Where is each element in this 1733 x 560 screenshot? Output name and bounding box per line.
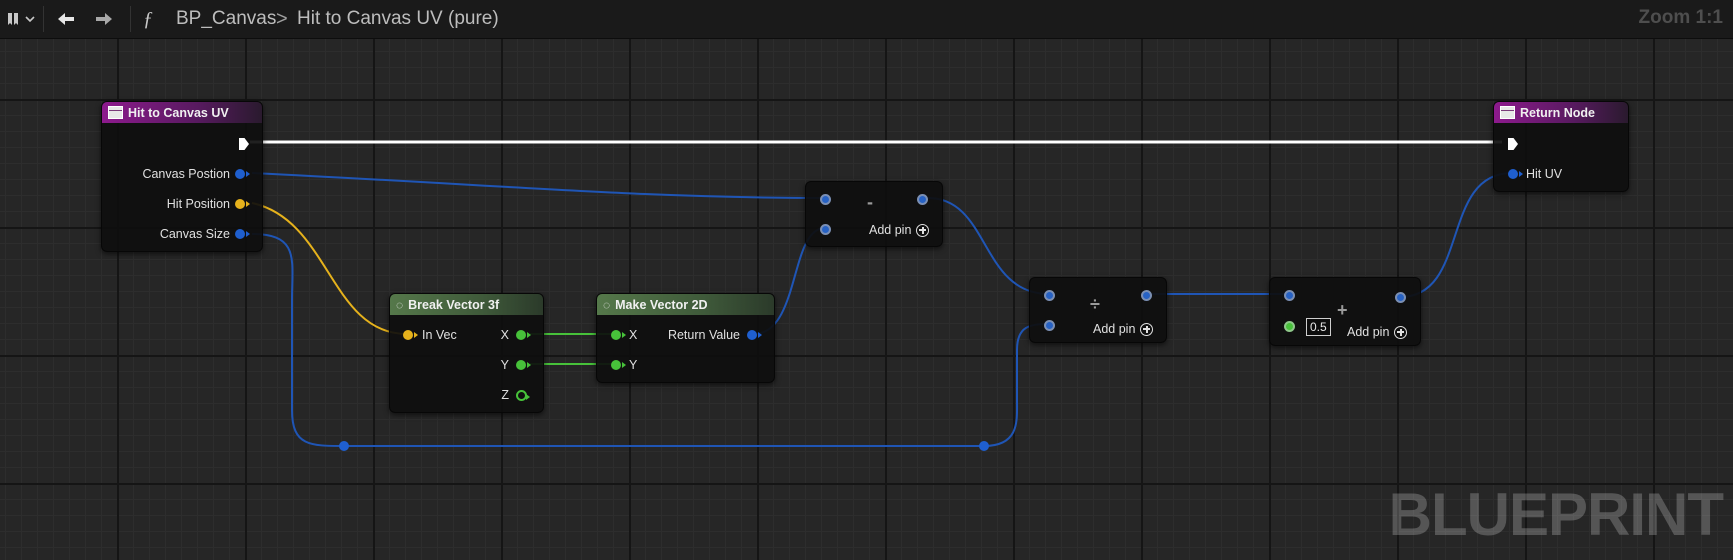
- add-pin-label: Add pin: [1093, 322, 1136, 336]
- operator-label: +: [1337, 300, 1348, 320]
- pin-label: Return Value: [667, 328, 740, 342]
- hit-position-wire: [251, 202, 408, 335]
- x-input-pin[interactable]: [611, 330, 626, 340]
- return-node[interactable]: Return Node Hit UV: [1493, 101, 1629, 192]
- pin-label: Hit Position: [166, 197, 230, 211]
- node-title: Hit to Canvas UV: [128, 105, 229, 120]
- operator-label: ÷: [1090, 294, 1100, 314]
- divide-node[interactable]: ÷ Add pin: [1029, 277, 1167, 343]
- add-pin-label: Add pin: [869, 223, 912, 237]
- b-input-pin[interactable]: [820, 224, 831, 235]
- b-default-value-input[interactable]: 0.5: [1306, 318, 1331, 336]
- function-entry-node[interactable]: Hit to Canvas UV Canvas Postion Hit Posi…: [101, 101, 263, 252]
- operator-label: -: [867, 192, 873, 212]
- result-output-pin[interactable]: [917, 194, 928, 205]
- canvas-size-pin[interactable]: [235, 229, 250, 239]
- node-header: Hit to Canvas UV: [102, 102, 262, 123]
- pin-label: Y: [629, 358, 638, 372]
- result-output-pin[interactable]: [1141, 290, 1152, 301]
- b-input-pin[interactable]: [1044, 320, 1055, 331]
- pin-label: Y: [500, 358, 509, 372]
- canvas-size-wire-a: [251, 233, 346, 447]
- make-struct-icon: ◌: [603, 297, 611, 312]
- a-input-pin[interactable]: [820, 194, 831, 205]
- add-node[interactable]: 0.5 + Add pin: [1269, 277, 1421, 346]
- pin-label: Z: [501, 388, 509, 402]
- wires-layer: [250, 140, 1513, 447]
- add-pin-button[interactable]: Add pin: [1347, 325, 1408, 339]
- return-value-pin[interactable]: [747, 330, 762, 340]
- blueprint-watermark: BLUEPRINT: [1388, 481, 1724, 548]
- node-title: Break Vector 3f: [408, 297, 500, 312]
- b-input-pin[interactable]: [1284, 321, 1295, 332]
- plus-circle-icon: [916, 223, 930, 237]
- add-pin-button[interactable]: Add pin: [869, 223, 930, 237]
- result-output-pin[interactable]: [1395, 292, 1406, 303]
- a-input-pin[interactable]: [1044, 290, 1055, 301]
- break-struct-icon: ◌: [396, 297, 404, 312]
- plus-circle-icon: [1394, 325, 1408, 339]
- pin-label: X: [500, 328, 509, 342]
- add-pin-label: Add pin: [1347, 325, 1390, 339]
- pin-label: In Vec: [422, 328, 457, 342]
- z-output-pin[interactable]: [516, 390, 530, 401]
- pin-label: Canvas Postion: [142, 167, 230, 181]
- pin-label: Hit UV: [1526, 167, 1563, 181]
- function-icon: [1500, 106, 1515, 119]
- canvas-position-wire: [251, 172, 826, 199]
- pin-label: Canvas Size: [159, 227, 230, 241]
- in-vec-pin[interactable]: [403, 330, 418, 340]
- node-title: Return Node: [1520, 105, 1595, 120]
- break-vector-node[interactable]: ◌ Break Vector 3f In Vec X Y Z: [389, 293, 544, 413]
- node-header: ◌ Break Vector 3f: [390, 294, 543, 315]
- x-output-pin[interactable]: [516, 330, 531, 340]
- y-input-pin[interactable]: [611, 360, 626, 370]
- y-output-pin[interactable]: [516, 360, 531, 370]
- node-header: Return Node: [1494, 102, 1628, 123]
- node-title: Make Vector 2D: [615, 297, 708, 312]
- exec-output-pin[interactable]: [239, 138, 249, 150]
- make-vector-node[interactable]: ◌ Make Vector 2D X Y Return Value: [596, 293, 775, 383]
- reroute-node[interactable]: [339, 441, 349, 451]
- hit-position-pin[interactable]: [235, 199, 250, 209]
- function-icon: [108, 106, 123, 119]
- reroute-node[interactable]: [979, 441, 989, 451]
- subtract-node[interactable]: - Add pin: [805, 181, 943, 247]
- canvas-position-pin[interactable]: [235, 169, 250, 179]
- pin-label: X: [629, 328, 638, 342]
- add-pin-button[interactable]: Add pin: [1093, 322, 1154, 336]
- hit-uv-pin[interactable]: [1508, 169, 1523, 179]
- node-header: ◌ Make Vector 2D: [597, 294, 774, 315]
- a-input-pin[interactable]: [1284, 290, 1295, 301]
- exec-input-pin[interactable]: [1508, 138, 1518, 150]
- plus-circle-icon: [1140, 322, 1154, 336]
